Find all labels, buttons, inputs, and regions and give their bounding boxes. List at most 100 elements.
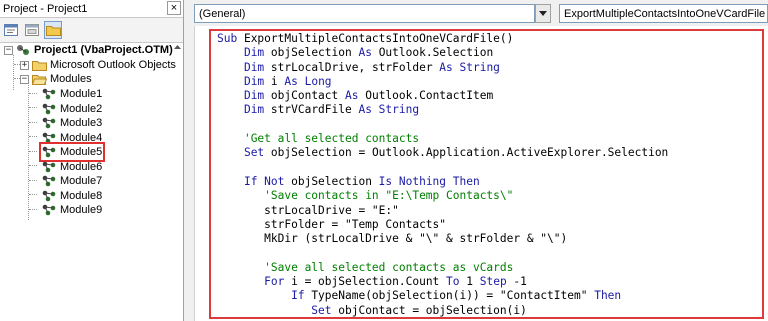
- tree-node-module[interactable]: Module1: [42, 87, 102, 101]
- code-token: i: [270, 74, 285, 88]
- code-keyword: Dim: [243, 89, 271, 103]
- code-window: (General) ExportMultipleContactsIntoOneV…: [184, 0, 768, 321]
- code-keyword: If Not: [243, 174, 292, 188]
- object-combo-value: (General): [199, 7, 246, 20]
- code-token: i = objSelection.Count: [291, 275, 447, 289]
- module-icon: [42, 161, 56, 172]
- tree-node-module[interactable]: Module3: [42, 116, 102, 130]
- code-keyword: If: [291, 289, 312, 303]
- tree-node-label: Modules: [50, 73, 92, 85]
- code-keyword: As String: [358, 103, 420, 117]
- code-keyword: Then: [594, 289, 622, 303]
- module-icon: [42, 132, 56, 143]
- collapse-icon[interactable]: −: [20, 74, 29, 84]
- tree-node-label: Module2: [60, 102, 103, 115]
- procedure-combo[interactable]: ExportMultipleContactsIntoOneVCardFile: [559, 4, 768, 23]
- code-comment: 'Save all selected contacts as vCards: [264, 260, 514, 274]
- code-text[interactable]: Sub ExportMultipleContactsIntoOneVCardFi…: [217, 32, 668, 318]
- code-token: strVCardFile: [270, 103, 359, 117]
- project-explorer-panel: Project - Project1 × − Project1 (VbaProj…: [0, 0, 184, 321]
- folder-open-icon: [32, 75, 47, 85]
- code-keyword: Dim: [243, 103, 271, 117]
- expand-icon[interactable]: +: [20, 60, 29, 70]
- close-icon[interactable]: ×: [167, 1, 181, 15]
- tree-node-label: Module1: [60, 88, 103, 100]
- tree-node-label: Module8: [60, 189, 103, 202]
- object-combo[interactable]: (General): [194, 4, 535, 23]
- tree-node-module[interactable]: Module5: [38, 142, 106, 162]
- code-token: objContact = objSelection(i): [338, 303, 527, 317]
- tree-node-project-root[interactable]: − Project1 (VbaProject.OTM): [4, 43, 173, 57]
- code-keyword: Step: [479, 275, 514, 289]
- code-token: objContact: [270, 89, 345, 103]
- code-keyword: As String: [439, 60, 500, 74]
- code-token: strFolder = "Temp Contacts": [217, 217, 447, 231]
- tree-node-label: Module6: [60, 160, 103, 173]
- tree-node-module[interactable]: Module2: [42, 102, 102, 116]
- code-keyword: As: [345, 89, 366, 103]
- view-object-button[interactable]: [23, 21, 41, 39]
- object-combo-dropdown[interactable]: [535, 4, 551, 23]
- view-code-button[interactable]: [2, 21, 20, 39]
- tree-node-module[interactable]: Module7: [42, 174, 102, 188]
- code-token: Outlook.ContactItem: [365, 89, 494, 103]
- code-token: ExportMultipleContactsIntoOneVCardFile(): [243, 32, 514, 45]
- folder-icon: [32, 61, 47, 71]
- toggle-folders-icon: [45, 26, 61, 36]
- collapse-icon[interactable]: −: [4, 45, 13, 55]
- code-comment: 'Get all selected contacts: [243, 132, 420, 146]
- code-token: strLocalDrive = "E:": [217, 203, 399, 217]
- tree-node-label: Module7: [60, 175, 103, 187]
- tree-node-module[interactable]: Module6: [42, 160, 102, 174]
- module-icon: [42, 88, 56, 100]
- tree-node-label: Project1 (VbaProject.OTM): [34, 44, 173, 56]
- tree-node-module[interactable]: Module8: [42, 189, 102, 203]
- code-editor[interactable]: Sub ExportMultipleContactsIntoOneVCardFi…: [194, 26, 768, 321]
- procedure-combo-value: ExportMultipleContactsIntoOneVCardFile: [564, 7, 766, 20]
- code-comment: 'Save contacts in "E:\Temp Contacts\": [264, 189, 514, 203]
- tree-node-module[interactable]: Module4: [42, 131, 102, 145]
- project-tree: − Project1 (VbaProject.OTM) + Microsoft …: [0, 42, 183, 321]
- vba-project-icon: [17, 45, 29, 55]
- project-explorer-titlebar: Project - Project1 ×: [0, 0, 183, 18]
- tree-node-label: Module5: [60, 146, 103, 158]
- code-token: objSelection = Outlook.Application.Activ…: [270, 146, 669, 160]
- code-keyword: Dim: [243, 60, 271, 74]
- tree-node-modules[interactable]: − Modules: [20, 72, 92, 86]
- code-token: strLocalDrive, strFolder: [270, 60, 440, 74]
- code-keyword: Set: [311, 303, 339, 317]
- code-token: MkDir (strLocalDrive & "\" & strFolder &…: [217, 232, 568, 246]
- code-keyword: Set: [243, 146, 271, 160]
- toggle-folders-button[interactable]: [44, 21, 62, 39]
- tree-node-label: Module9: [60, 204, 103, 216]
- tree-node-label: Microsoft Outlook Objects: [50, 59, 176, 71]
- module-icon: [42, 175, 56, 187]
- code-token: Outlook.Selection: [378, 46, 494, 60]
- module-icon: [42, 117, 56, 129]
- tree-node-label: Module4: [60, 131, 103, 144]
- code-token: 1: [466, 275, 480, 289]
- code-keyword: To: [446, 275, 467, 289]
- project-explorer-title: Project - Project1: [3, 2, 88, 15]
- code-keyword: Dim: [243, 74, 271, 88]
- tree-node-module[interactable]: Module9: [42, 203, 102, 217]
- code-keyword: Is Nothing Then: [378, 174, 480, 188]
- tree-node-outlook-objects[interactable]: + Microsoft Outlook Objects: [20, 58, 176, 72]
- code-keyword: Dim: [243, 46, 271, 60]
- module-icon: [42, 146, 56, 158]
- view-code-icon: [4, 24, 18, 36]
- code-keyword: Sub: [217, 32, 244, 45]
- code-keyword: As: [358, 46, 379, 60]
- code-token: -1: [513, 275, 527, 289]
- module-icon: [42, 103, 56, 114]
- code-keyword: As Long: [284, 74, 332, 88]
